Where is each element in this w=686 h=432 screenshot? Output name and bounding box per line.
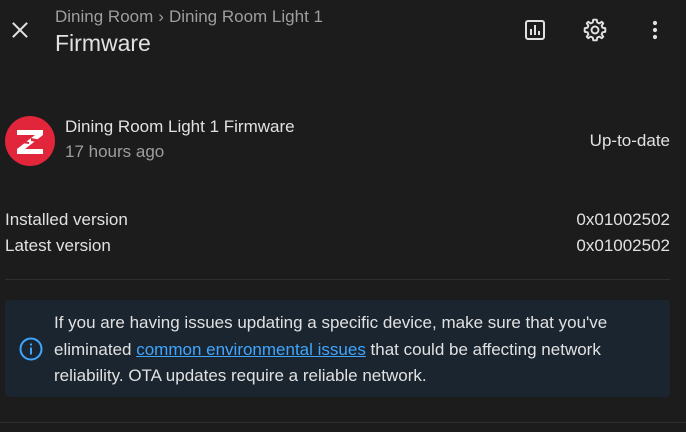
breadcrumb-area: Dining Room	[55, 7, 154, 26]
installed-version-value: 0x01002502	[576, 210, 670, 229]
breadcrumb-device: Dining Room Light 1	[168, 7, 323, 26]
gear-icon	[583, 18, 607, 42]
close-icon	[12, 22, 28, 38]
divider	[5, 279, 670, 280]
breadcrumb-separator: ›	[158, 7, 164, 26]
more-vert-icon	[652, 20, 658, 40]
latest-version-value: 0x01002502	[576, 236, 670, 255]
latest-version-row: Latest version 0x01002502	[5, 234, 670, 258]
zigbee-icon	[5, 116, 55, 166]
bottom-divider	[0, 422, 686, 423]
history-chart-icon	[525, 20, 545, 40]
update-status: Up-to-date	[589, 131, 670, 150]
installed-version-label: Installed version	[5, 210, 128, 229]
firmware-dialog: Dining Room › Dining Room Light 1 Firmware	[0, 0, 686, 432]
history-button[interactable]	[521, 16, 549, 44]
latest-version-label: Latest version	[5, 236, 111, 255]
more-options-button[interactable]	[641, 16, 669, 44]
breadcrumb: Dining Room › Dining Room Light 1	[55, 7, 323, 27]
info-alert: If you are having issues updating a spec…	[5, 300, 670, 397]
close-button[interactable]	[6, 16, 34, 44]
page-title: Firmware	[55, 30, 151, 56]
settings-button[interactable]	[581, 16, 609, 44]
environmental-issues-link[interactable]: common environmental issues	[136, 340, 366, 359]
info-icon	[19, 337, 43, 361]
entity-name: Dining Room Light 1 Firmware	[65, 117, 295, 136]
last-updated: 17 hours ago	[65, 142, 165, 161]
alert-message: If you are having issues updating a spec…	[54, 310, 666, 390]
installed-version-row: Installed version 0x01002502	[5, 208, 670, 232]
